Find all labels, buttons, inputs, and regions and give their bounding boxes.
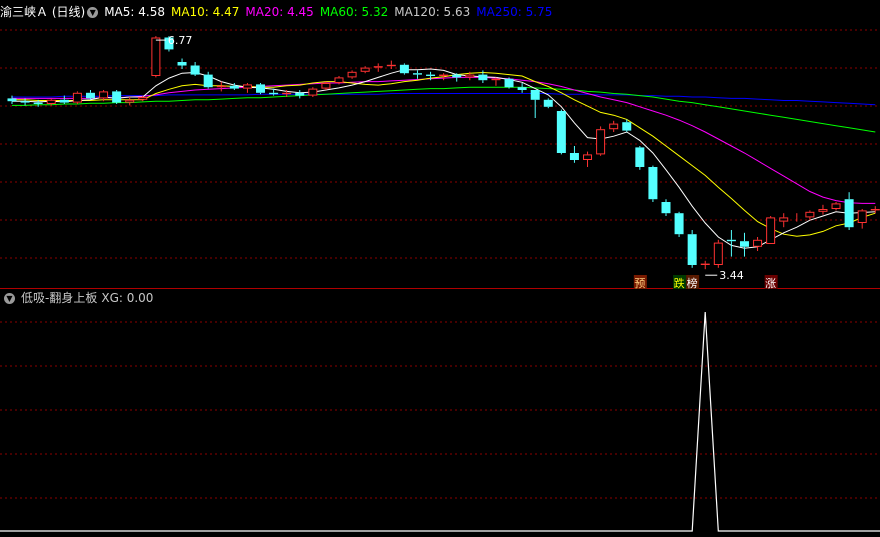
- signal-tag: 涨: [765, 277, 776, 290]
- candle-down: [478, 74, 488, 81]
- xg-value: XG: 0.00: [101, 291, 154, 305]
- high-label: 6.77: [168, 34, 193, 47]
- candle-down: [7, 98, 17, 102]
- candle-up: [465, 74, 475, 78]
- ma-label: MA60: 5.32: [319, 5, 389, 19]
- candle-up: [151, 37, 161, 76]
- candle-up: [753, 239, 763, 247]
- candle-down: [85, 92, 95, 99]
- candle-down: [739, 241, 749, 247]
- candle-down: [452, 74, 462, 78]
- candle-down: [112, 91, 122, 103]
- candle-down: [844, 199, 854, 228]
- candle-up: [583, 154, 593, 160]
- candle-up: [857, 210, 867, 223]
- candle-up: [347, 71, 357, 78]
- signal-tag: 榜: [687, 276, 698, 290]
- candle-up: [125, 99, 135, 103]
- candle-down: [504, 78, 514, 88]
- candle-down: [569, 153, 579, 160]
- main-panel-header: 渝三峡Ａ (日线) ▼ MA5: 4.58 MA10: 4.47 MA20: 4.45 M…: [0, 4, 564, 20]
- ma-label: MA250: 5.75: [476, 5, 553, 19]
- candle-down: [687, 234, 697, 265]
- candle-up: [713, 242, 723, 266]
- ma-label: MA5: 4.58: [104, 5, 165, 19]
- signal-tag: 跌: [674, 276, 685, 290]
- sub-panel-header: ▼ 低吸-翻身上板 XG: 0.00: [0, 290, 159, 306]
- candle-up: [138, 97, 148, 100]
- candle-up: [596, 129, 606, 155]
- candle-up: [46, 99, 56, 105]
- candle-down: [517, 87, 527, 90]
- candle-up: [242, 84, 252, 89]
- candle-up: [360, 67, 370, 72]
- candle-down: [203, 74, 213, 88]
- candle-down: [661, 202, 671, 214]
- indicator-title[interactable]: 低吸-翻身上板: [21, 291, 97, 305]
- candle-down: [59, 99, 69, 103]
- stock-title[interactable]: 渝三峡Ａ (日线): [0, 5, 85, 19]
- signal-tag: 预: [634, 277, 645, 290]
- dropdown-icon[interactable]: ▼: [87, 7, 99, 18]
- candle-down: [295, 92, 305, 96]
- dropdown-icon[interactable]: ▼: [4, 293, 15, 304]
- ma-label: MA20: 4.45: [245, 5, 314, 19]
- candle-down: [177, 62, 187, 66]
- candle-down: [556, 111, 566, 153]
- candle-up: [831, 203, 841, 209]
- ma-label: MA120: 5.63: [394, 5, 471, 19]
- candle-up: [818, 209, 828, 212]
- candle-up: [766, 217, 776, 244]
- candle-up: [72, 92, 82, 103]
- chart-canvas: 6.77 3.44 预 跌榜 涨: [0, 29, 880, 532]
- ma-label: MA10: 4.47: [170, 5, 240, 19]
- candle-down: [674, 213, 684, 235]
- candle-up: [334, 77, 344, 84]
- ma-legend: MA5: 4.58 MA10: 4.47 MA20: 4.45 MA60: 5.32 M…: [104, 5, 558, 19]
- candle-down: [635, 147, 645, 167]
- candle-down: [229, 85, 239, 89]
- candle-down: [190, 65, 200, 75]
- candle-up: [609, 123, 619, 130]
- candle-down: [543, 99, 553, 107]
- candle-down: [648, 167, 658, 200]
- candle-down: [530, 90, 540, 100]
- candle-up: [805, 211, 815, 218]
- candle-down: [622, 122, 632, 131]
- candle-down: [256, 84, 266, 93]
- ma20-line: [12, 76, 876, 204]
- candle-up: [779, 217, 789, 222]
- candle-up: [321, 83, 331, 89]
- candle-up: [99, 91, 109, 99]
- low-label: 3.44: [719, 269, 744, 282]
- candle-up: [308, 88, 318, 96]
- candle-down: [399, 64, 409, 74]
